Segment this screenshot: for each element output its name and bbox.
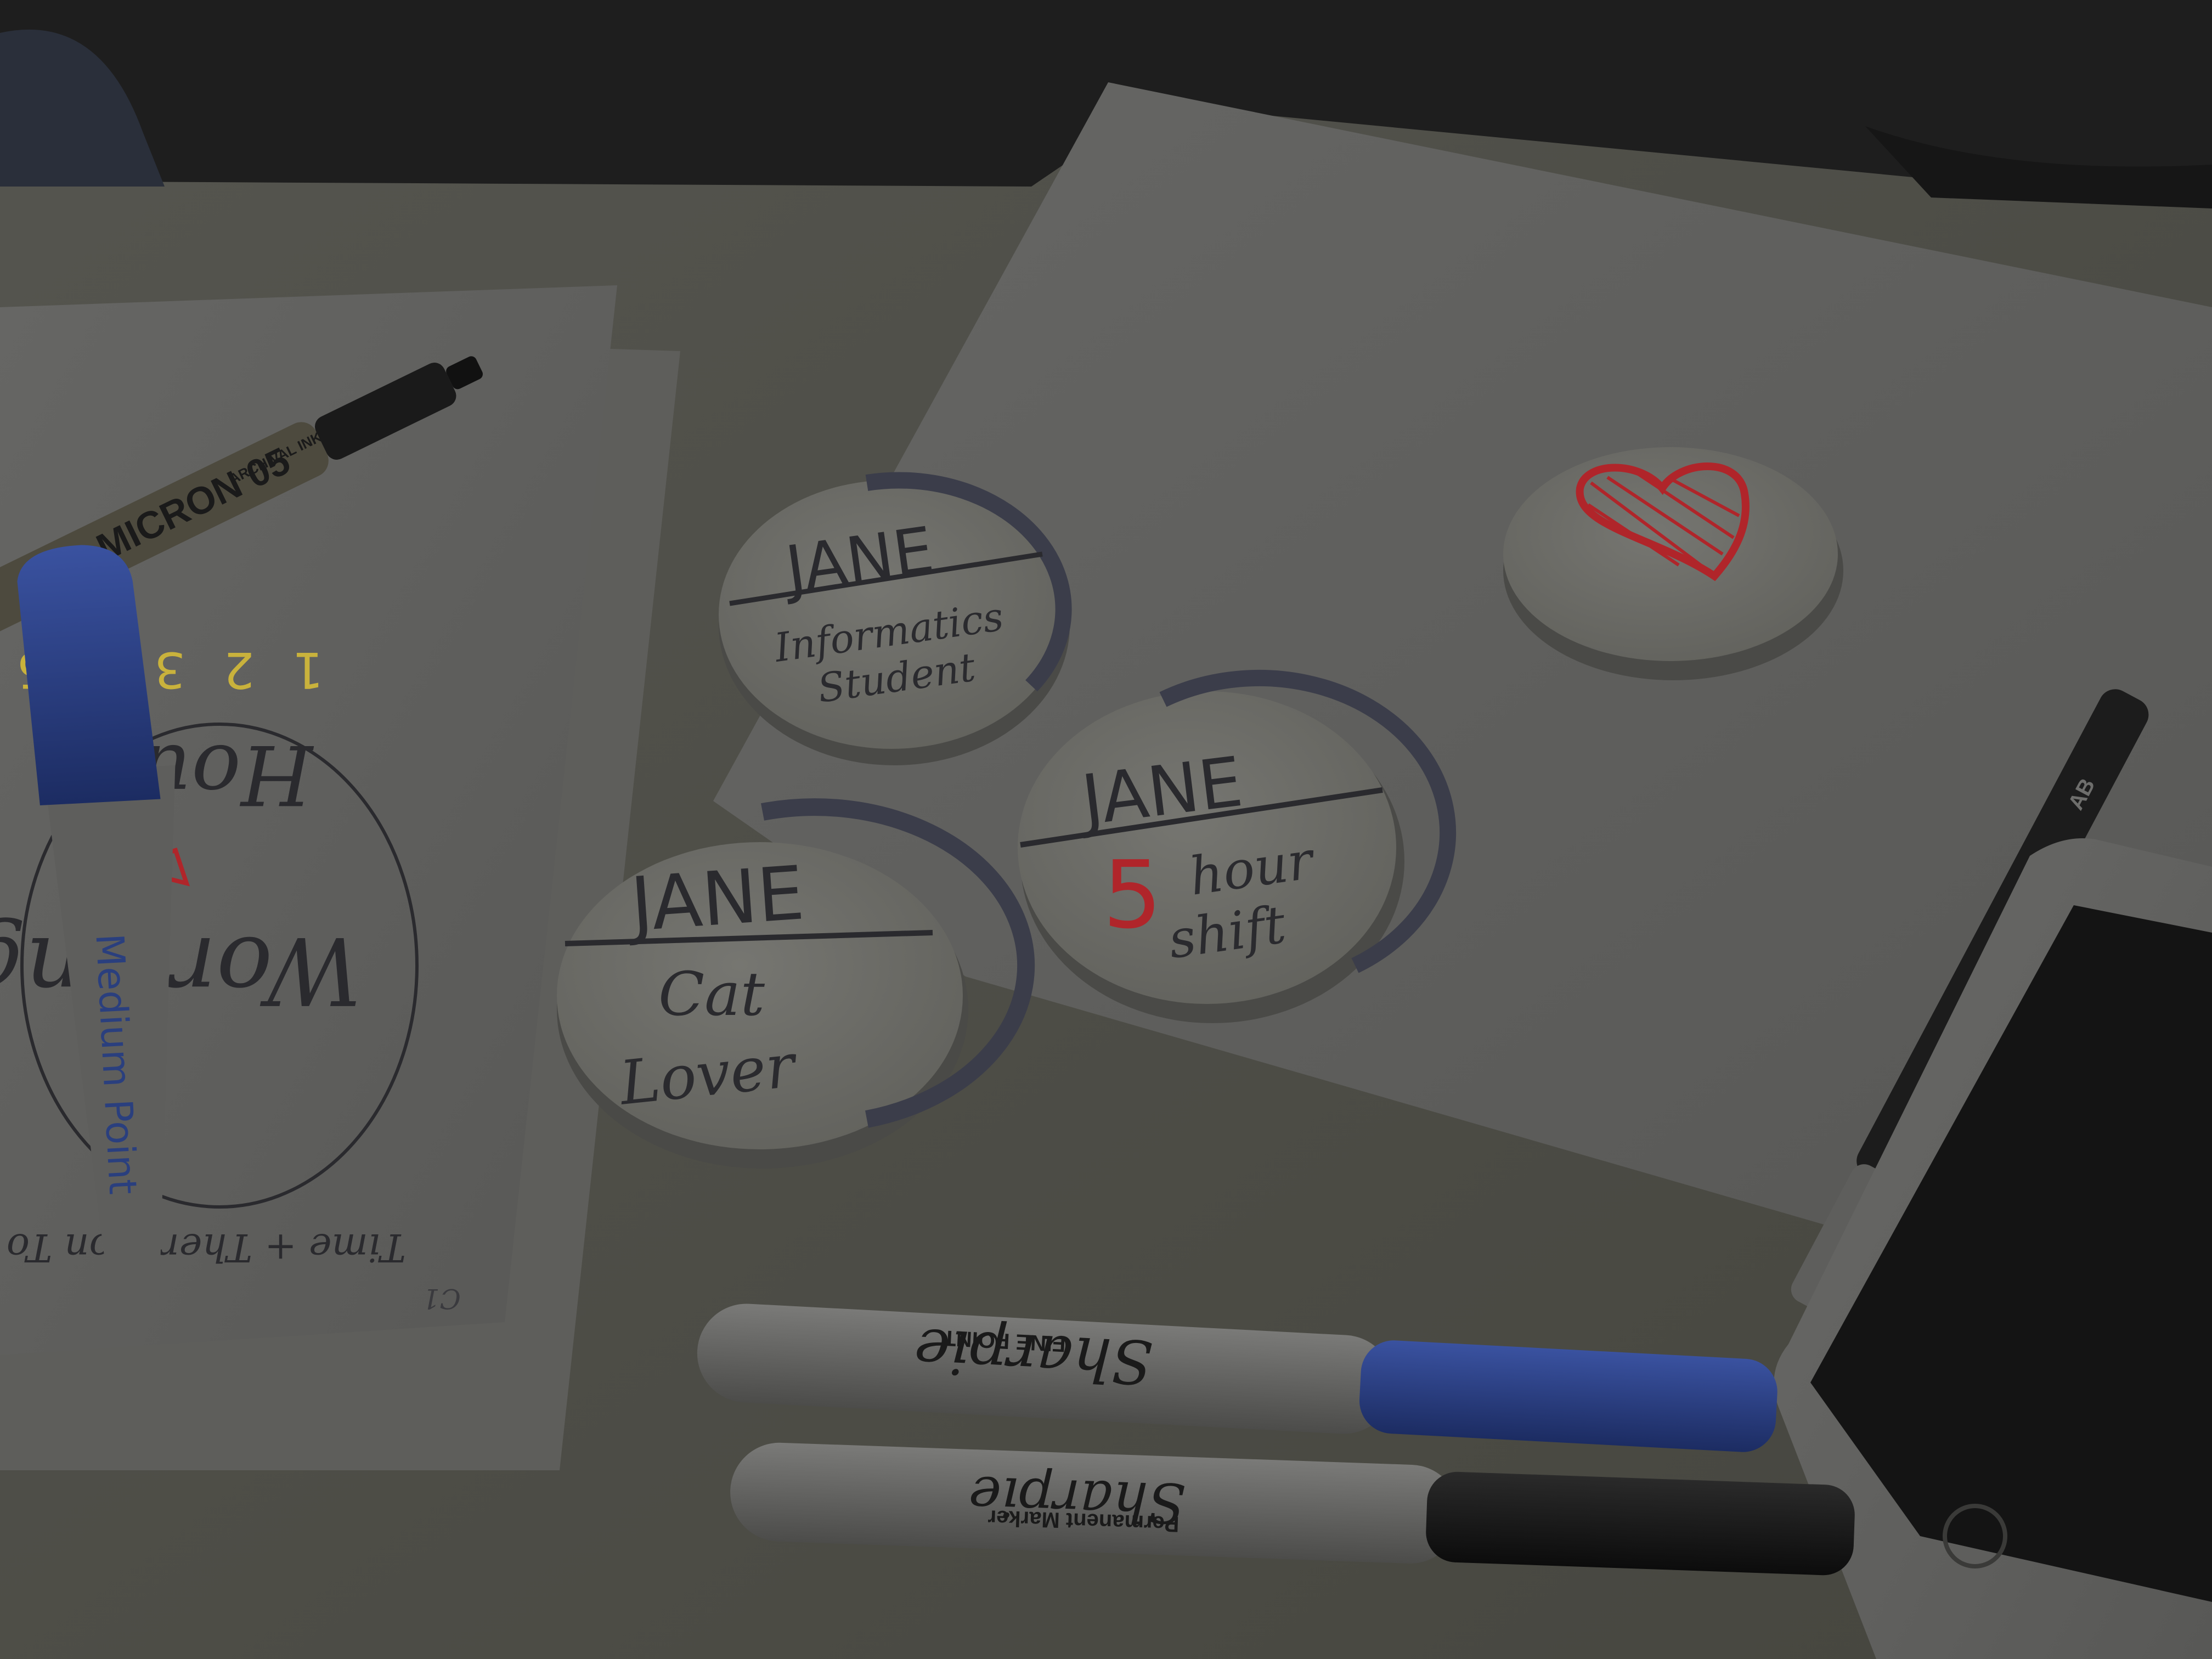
disc-name: JANE bbox=[624, 850, 807, 948]
disc-number: 5 bbox=[1103, 841, 1162, 950]
name-disc-informatics: JANE Informatics Student bbox=[719, 472, 1072, 765]
notes-word-working: Working bbox=[0, 916, 362, 1024]
disc-line1: Cat bbox=[658, 959, 765, 1029]
notes-corner-label: C1 bbox=[422, 1283, 461, 1314]
notes-footer-text: Time + Therm on To bbox=[7, 1225, 406, 1270]
photo-scene: 1 2 3 4 5 Hours Working Time + Therm on … bbox=[0, 0, 2212, 1659]
heart-disc bbox=[1503, 447, 1843, 680]
